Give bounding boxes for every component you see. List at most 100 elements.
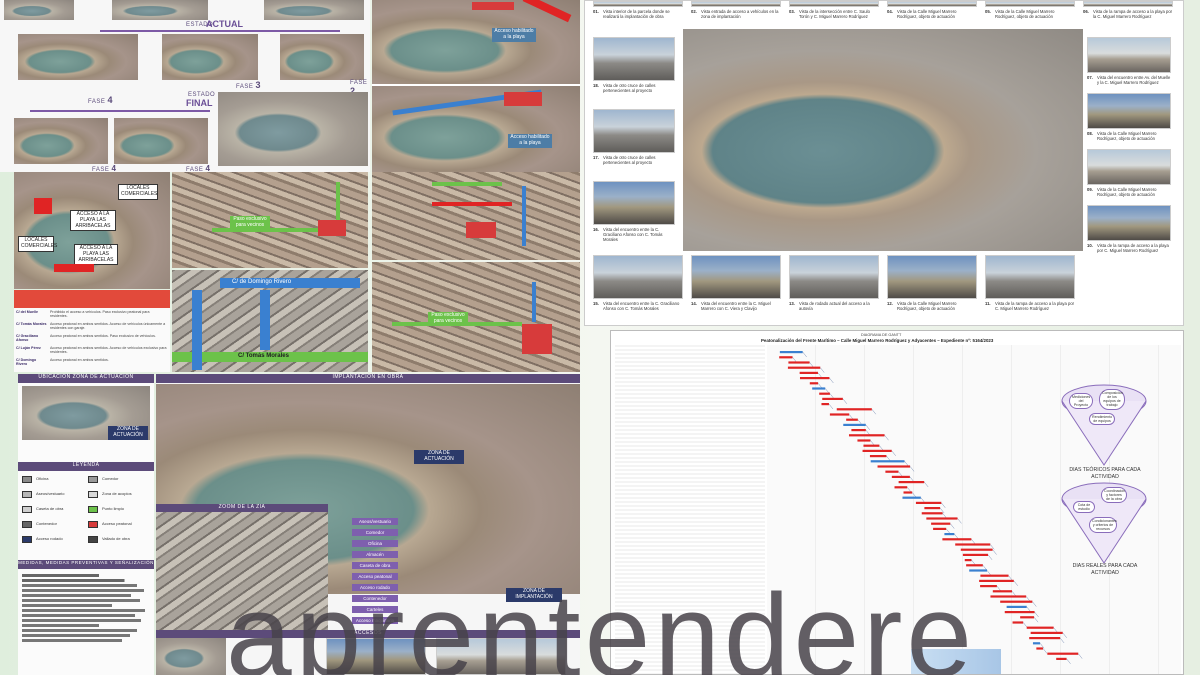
- legend-swatch: [88, 521, 98, 528]
- funnel-label-2: DIAS REALES PARA CADA ACTIVIDAD: [1072, 563, 1138, 576]
- funnel-label-1: DIAS TEÓRICOS PARA CADA ACTIVIDAD: [1069, 467, 1141, 480]
- gantt-dependency: [820, 367, 825, 373]
- photo-thumb: [691, 1, 781, 7]
- fase4c-label: FASE 4: [186, 164, 211, 172]
- phase-photo-2a: [18, 34, 138, 80]
- photo-number: 06.: [1083, 9, 1089, 14]
- legend-label: Zona de acopios: [102, 491, 132, 496]
- phase-photo-top-mid: [112, 0, 208, 20]
- acceso-playa-tag-2: Acceso habilitado a la playa: [508, 134, 552, 148]
- photo-caption: Vista de la rampa de acceso a la playa p…: [995, 301, 1075, 312]
- photo-number: 17.: [593, 155, 599, 160]
- gantt-task-bar: [903, 491, 913, 494]
- traffic-street: C/ Domingo Rivero: [16, 358, 37, 367]
- funnel-top2: Composición de los equipos de trabajo: [1099, 389, 1125, 410]
- phase-photo-top-right: [264, 0, 364, 20]
- gantt-task-bar: [966, 564, 983, 567]
- traffic-text: Acceso peatonal en ambos sentidos.: [50, 358, 109, 362]
- gantt-task-bar: [846, 418, 858, 421]
- gantt-task-bar: [863, 444, 880, 447]
- gantt-dependency: [992, 549, 997, 555]
- photo-caption: Vista interior de la parcela donde se re…: [603, 9, 670, 20]
- legend-swatch: [22, 491, 32, 498]
- legend-swatch: [22, 506, 32, 513]
- legend-label: Caseta de obra: [36, 506, 64, 511]
- gantt-task-bar: [902, 496, 921, 499]
- gantt-task-bar: [822, 397, 843, 400]
- photo-number: 04.: [887, 9, 893, 14]
- red-area-3: [522, 324, 552, 354]
- photo-thumb: [691, 255, 781, 299]
- photo-caption: Vista de la Calle Miguel Marrero Rodrígu…: [897, 301, 957, 312]
- gantt-dependency: [891, 450, 896, 456]
- photo-caption: Vista del encuentro entre la C. Miguel M…: [701, 301, 771, 312]
- gantt-dependency: [829, 377, 834, 384]
- gantt-dependency: [957, 518, 962, 524]
- red-zone-1: [34, 198, 52, 214]
- legend-label: Acceso rodado: [36, 536, 63, 541]
- medidas-text: [22, 572, 150, 672]
- photo-caption: Vista de la Calle Miguel Marrero Rodrígu…: [1097, 131, 1157, 142]
- phases-panel: ESTADO ACTUAL FASE 4 FASE 3 FASE 2 ESTAD…: [0, 0, 370, 172]
- street-tomas: C/ Tomás Morales: [238, 353, 289, 359]
- photo-caption: Vista del encuentro entre Av. del Muelle…: [1097, 75, 1171, 86]
- traffic-street: C/ Tomás Morales: [16, 322, 47, 326]
- photo-number: 05.: [985, 9, 991, 14]
- gantt-task-bar: [809, 382, 819, 385]
- photo-number: 18.: [593, 83, 599, 88]
- fase3-label: FASE 3: [236, 80, 262, 90]
- photo-caption: Vista de la rampa de acceso a la playa p…: [1097, 243, 1169, 254]
- photo-thumb: [887, 1, 977, 7]
- gantt-task-bar: [1056, 657, 1067, 660]
- lujan-street-bar: [260, 290, 270, 350]
- photo-caption: Vista de otro cruce de calles pertenecie…: [603, 83, 656, 94]
- gantt-task-bar: [857, 439, 871, 442]
- phase-photo-3b: [114, 118, 208, 164]
- phase-connector-2: [30, 110, 210, 112]
- zoom-title: ZOOM DE LA ZIA: [156, 504, 328, 512]
- photo-thumb: [1087, 93, 1171, 129]
- access-panel: Acceso habilitado a la playa Acceso habi…: [372, 0, 580, 172]
- gantt-task-bar: [1030, 631, 1063, 634]
- gantt-task-bar: [980, 585, 997, 588]
- legend-label: Contenedor: [36, 521, 57, 526]
- gantt-dependency: [1042, 648, 1048, 654]
- gantt-dependency: [941, 502, 946, 508]
- gantt-task-bar: [992, 590, 1013, 593]
- gantt-task-bar: [869, 455, 887, 458]
- photo-caption: Vista entrada de acceso a vehículos en l…: [701, 9, 779, 20]
- gantt-task-bar: [870, 460, 905, 463]
- gantt-dependency: [865, 424, 870, 430]
- zona-actuacion-tag: ZONA DE ACTUACIÓN: [414, 450, 464, 464]
- red-area-2: [466, 222, 496, 238]
- traffic-text: Prohibido el acceso a vehículos. Paso ex…: [50, 310, 150, 319]
- photo-number: 15.: [593, 301, 599, 306]
- phase-photo-2c: [280, 34, 364, 80]
- photo-thumb: [593, 181, 675, 225]
- street-map-1: Paso exclusivo para vecinos: [172, 172, 368, 268]
- photo-thumb: [789, 255, 879, 299]
- photo-thumb: [985, 255, 1075, 299]
- estado-actual-title: ACTUAL: [206, 19, 243, 29]
- photo-number: 14.: [691, 301, 697, 306]
- photo-number: 03.: [789, 9, 795, 14]
- gantt-task-bar: [931, 522, 951, 525]
- photo-caption: Vista de la rampa de acceso a la playa p…: [1093, 9, 1173, 20]
- gantt-task-bar: [964, 559, 972, 562]
- gantt-dependency: [987, 554, 993, 560]
- red-route-1: [432, 202, 512, 206]
- gantt-task-bar: [848, 434, 885, 437]
- gantt-dependency: [828, 403, 834, 410]
- gantt-task-bar: [851, 429, 866, 432]
- locales-tag-2: LOCALES COMERCIALES: [18, 236, 57, 252]
- photo-caption: Vista de otro cruce de calles pertenecie…: [603, 155, 656, 166]
- legend-swatch: [22, 536, 32, 543]
- gantt-task-bar: [990, 595, 1027, 598]
- photo-thumb: [593, 1, 683, 7]
- legend-label: Aseos/vestuario: [36, 491, 65, 496]
- photo-thumb: [593, 37, 675, 81]
- gantt-task-bar: [980, 574, 1009, 577]
- gantt-task-bar: [787, 366, 821, 369]
- gantt-dependency: [884, 435, 889, 441]
- traffic-text: Acceso peatonal en ambos sentidos. Acces…: [50, 346, 167, 355]
